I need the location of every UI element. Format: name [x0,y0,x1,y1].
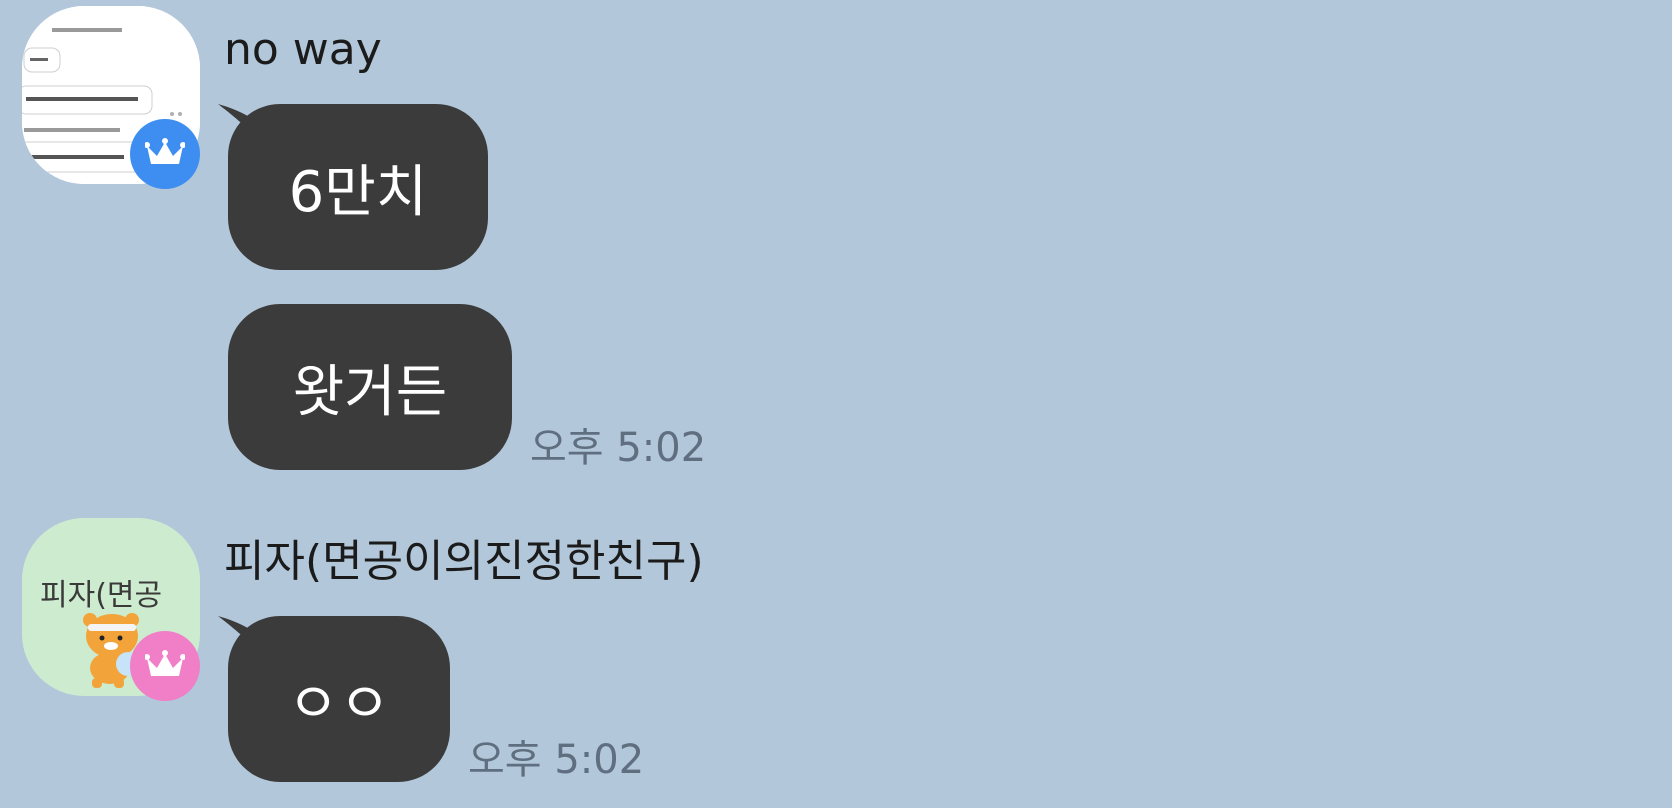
crown-badge-blue [130,119,200,189]
crown-icon [145,138,185,164]
message-bubble[interactable]: ㅇㅇ [228,616,450,782]
sender-name: no way [224,24,382,75]
message-bubble[interactable]: 왓거든 [228,304,512,470]
message-text: ㅇㅇ [287,671,391,737]
avatar-text: 피자(면공 [40,578,163,613]
sender-name: 피자(면공이의진정한친구) [224,536,704,587]
message-text: 왓거든 [292,359,448,425]
message-text: 6만치 [288,159,428,225]
sender-avatar-no-way[interactable] [22,6,200,189]
crown-badge-pink [130,631,200,701]
sender-avatar-pizza[interactable]: 피자(면공 [22,518,200,701]
message-bubble[interactable]: 6만치 [228,104,488,270]
message-timestamp: 오후 5:02 [530,425,707,471]
message-timestamp: 오후 5:02 [468,737,645,783]
crown-icon [145,650,185,676]
